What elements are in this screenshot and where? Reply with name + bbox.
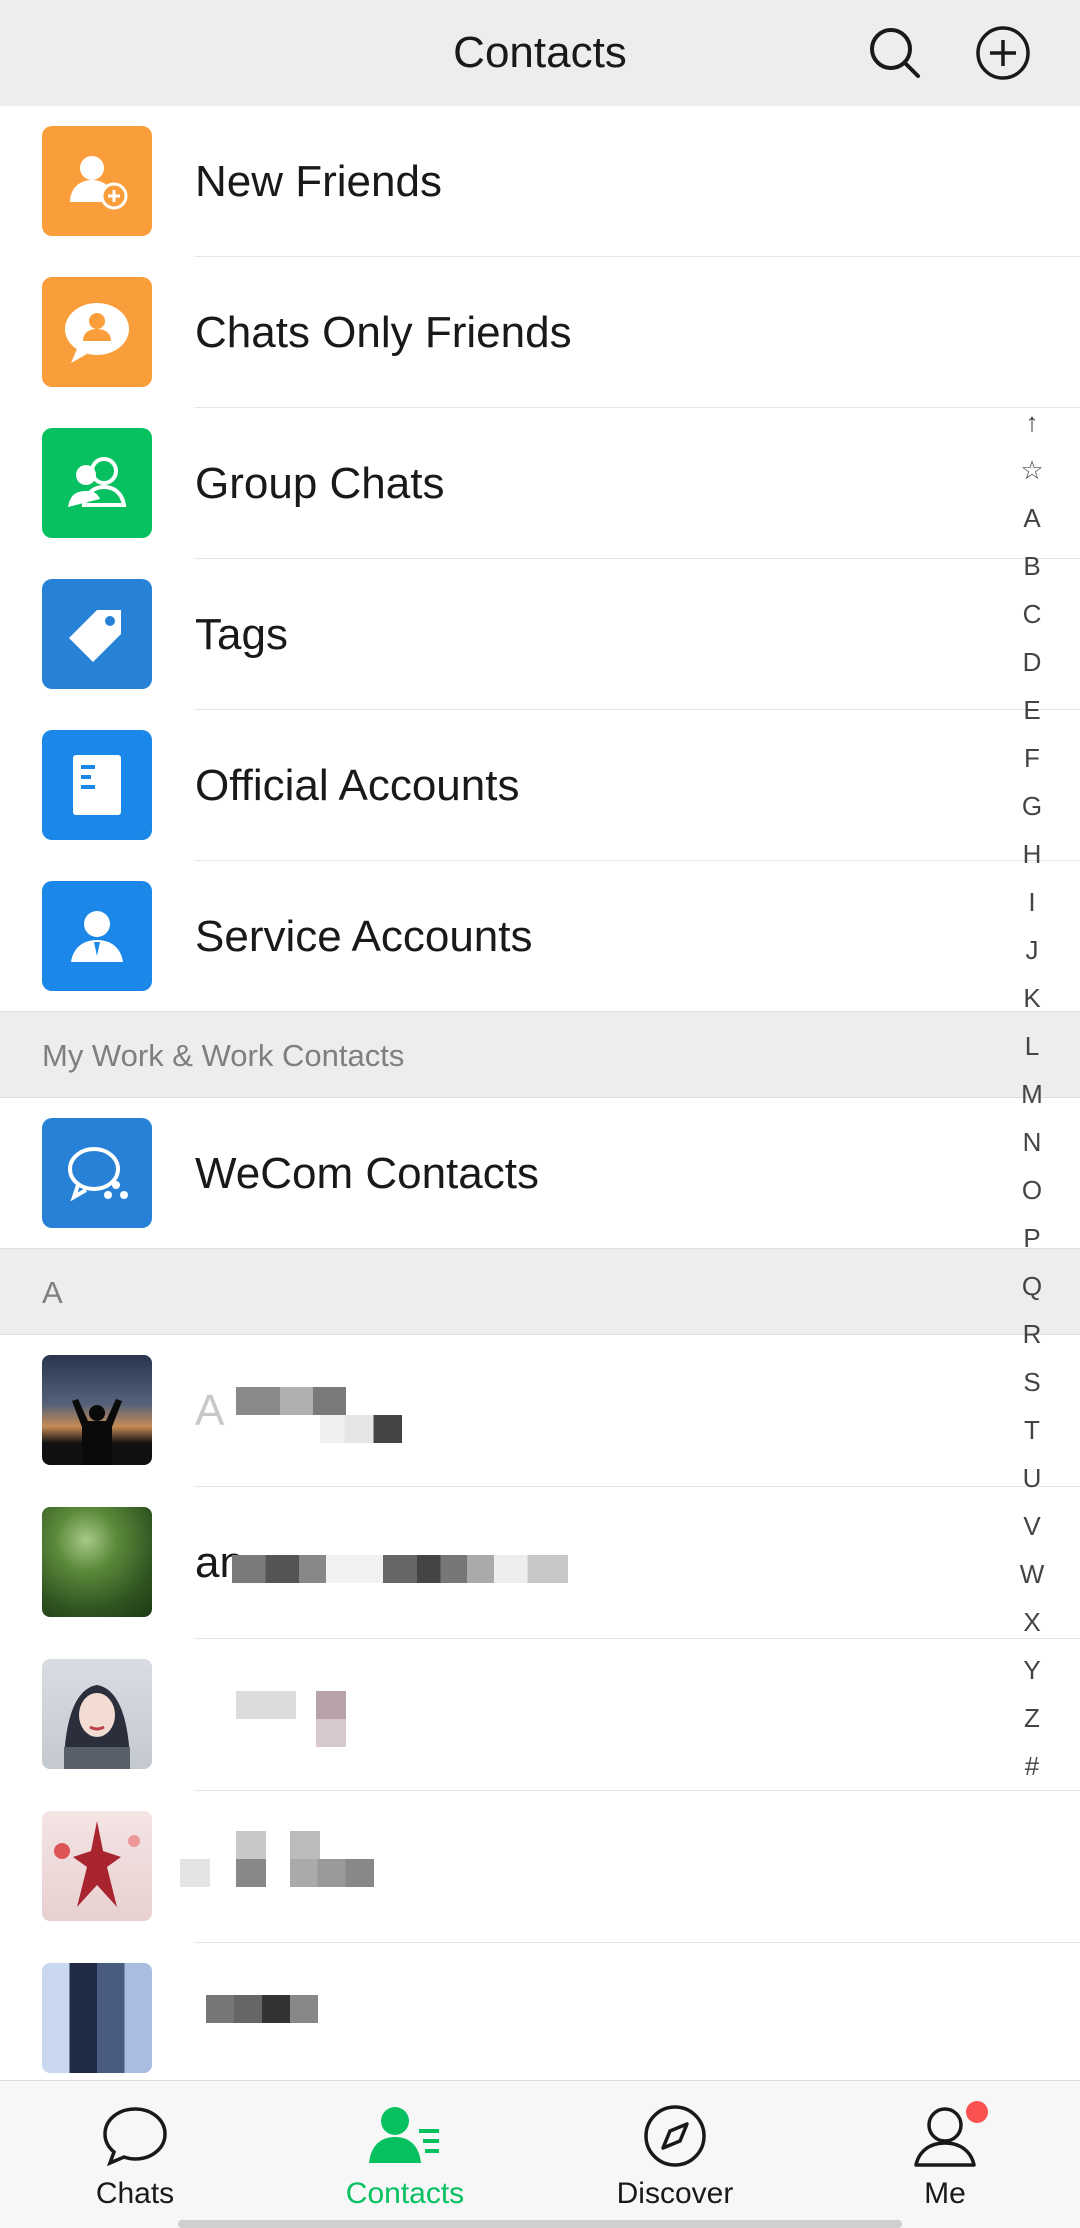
blurred-name <box>236 1691 296 1719</box>
group-icon <box>42 428 152 538</box>
tab-label: Contacts <box>345 2177 465 2210</box>
index-letter[interactable]: I <box>1002 878 1062 926</box>
blurred-name <box>320 1415 402 1443</box>
plus-circle-icon <box>976 26 1030 80</box>
tab-contacts[interactable]: Contacts <box>270 2081 540 2228</box>
section-label: A <box>42 1275 63 1310</box>
service-person-icon <box>42 881 152 991</box>
chats-only-friends-row[interactable]: Chats Only Friends <box>0 257 1080 408</box>
official-accounts-row[interactable]: Official Accounts <box>0 710 1080 861</box>
tab-label: Chats <box>95 2177 175 2210</box>
index-letter[interactable]: A <box>1002 494 1062 542</box>
chat-person-icon <box>42 277 152 387</box>
index-letter[interactable]: V <box>1002 1502 1062 1550</box>
wecom-icon <box>42 1118 152 1228</box>
service-accounts-row[interactable]: Service Accounts <box>0 861 1080 1012</box>
blurred-name <box>236 1831 266 1859</box>
avatar <box>42 1659 152 1769</box>
blurred-name <box>180 1859 210 1887</box>
menu-label: Tags <box>195 610 288 659</box>
add-button[interactable] <box>970 20 1036 86</box>
section-header-work: My Work & Work Contacts <box>0 1011 1080 1098</box>
alphabet-index[interactable]: ↑ ☆ A B C D E F G H I J K L M N O P Q R S T U V W X Y Z # <box>1002 398 1062 1790</box>
section-label: My Work & Work Contacts <box>42 1038 405 1073</box>
index-letter[interactable]: G <box>1002 782 1062 830</box>
index-letter[interactable]: X <box>1002 1598 1062 1646</box>
index-letter[interactable]: U <box>1002 1454 1062 1502</box>
home-indicator <box>178 2220 902 2228</box>
contact-row[interactable]: A <box>0 1335 1080 1486</box>
menu-label: Service Accounts <box>195 912 533 961</box>
index-letter[interactable]: P <box>1002 1214 1062 1262</box>
menu-label: Group Chats <box>195 459 445 508</box>
search-button[interactable] <box>862 20 928 86</box>
index-letter[interactable]: W <box>1002 1550 1062 1598</box>
index-letter[interactable]: H <box>1002 830 1062 878</box>
blurred-name <box>236 1387 346 1415</box>
blurred-name <box>232 1555 568 1583</box>
index-letter[interactable]: J <box>1002 926 1062 974</box>
contact-row[interactable] <box>0 1943 1080 2094</box>
chat-bubble-icon <box>103 2107 167 2167</box>
notification-dot <box>966 2101 988 2123</box>
menu-label: Chats Only Friends <box>195 308 572 357</box>
index-letter[interactable]: E <box>1002 686 1062 734</box>
index-letter[interactable]: D <box>1002 638 1062 686</box>
index-letter[interactable]: T <box>1002 1406 1062 1454</box>
tab-discover[interactable]: Discover <box>540 2081 810 2228</box>
person-add-icon <box>42 126 152 236</box>
new-friends-row[interactable]: New Friends <box>0 106 1080 257</box>
index-letter[interactable]: B <box>1002 542 1062 590</box>
top-bar: Contacts <box>0 0 1080 114</box>
tag-icon <box>42 579 152 689</box>
contact-row[interactable] <box>0 1639 1080 1790</box>
blurred-name <box>236 1859 266 1887</box>
blurred-name <box>290 1831 320 1859</box>
tab-label: Discover <box>616 2177 734 2210</box>
index-letter[interactable]: Y <box>1002 1646 1062 1694</box>
contact-row[interactable]: an <box>0 1487 1080 1638</box>
index-letter[interactable]: ☆ <box>1002 446 1062 494</box>
tab-me[interactable]: Me <box>810 2081 1080 2228</box>
index-letter[interactable]: C <box>1002 590 1062 638</box>
index-letter[interactable]: Z <box>1002 1694 1062 1742</box>
tab-label: Me <box>924 2177 966 2210</box>
index-letter[interactable]: O <box>1002 1166 1062 1214</box>
index-letter[interactable]: L <box>1002 1022 1062 1070</box>
menu-label: New Friends <box>195 157 442 206</box>
blurred-name <box>316 1719 346 1747</box>
index-letter[interactable]: N <box>1002 1118 1062 1166</box>
blurred-name <box>290 1859 374 1887</box>
avatar <box>42 1963 152 2073</box>
group-chats-row[interactable]: Group Chats <box>0 408 1080 559</box>
index-letter[interactable]: M <box>1002 1070 1062 1118</box>
menu-label: Official Accounts <box>195 761 520 810</box>
tab-chats[interactable]: Chats <box>0 2081 270 2228</box>
compass-icon <box>644 2105 706 2167</box>
index-letter[interactable]: Q <box>1002 1262 1062 1310</box>
document-icon <box>42 730 152 840</box>
tags-row[interactable]: Tags <box>0 559 1080 710</box>
contact-row[interactable] <box>0 1791 1080 1942</box>
blurred-name <box>206 1995 318 2023</box>
contact-name: A <box>195 1386 225 1435</box>
index-letter[interactable]: # <box>1002 1742 1062 1790</box>
avatar <box>42 1507 152 1617</box>
index-letter[interactable]: F <box>1002 734 1062 782</box>
index-letter[interactable]: R <box>1002 1310 1062 1358</box>
avatar <box>42 1811 152 1921</box>
bottom-tab-bar: Chats Contacts Discover Me <box>0 2080 1080 2228</box>
wecom-contacts-row[interactable]: WeCom Contacts <box>0 1098 1080 1249</box>
index-letter[interactable]: S <box>1002 1358 1062 1406</box>
index-letter[interactable]: K <box>1002 974 1062 1022</box>
avatar <box>42 1355 152 1465</box>
index-letter[interactable]: ↑ <box>1002 398 1062 446</box>
menu-label: WeCom Contacts <box>195 1149 539 1198</box>
contacts-icon <box>369 2107 439 2163</box>
search-icon <box>870 28 920 78</box>
blurred-name <box>316 1691 346 1719</box>
section-header-a: A <box>0 1248 1080 1335</box>
